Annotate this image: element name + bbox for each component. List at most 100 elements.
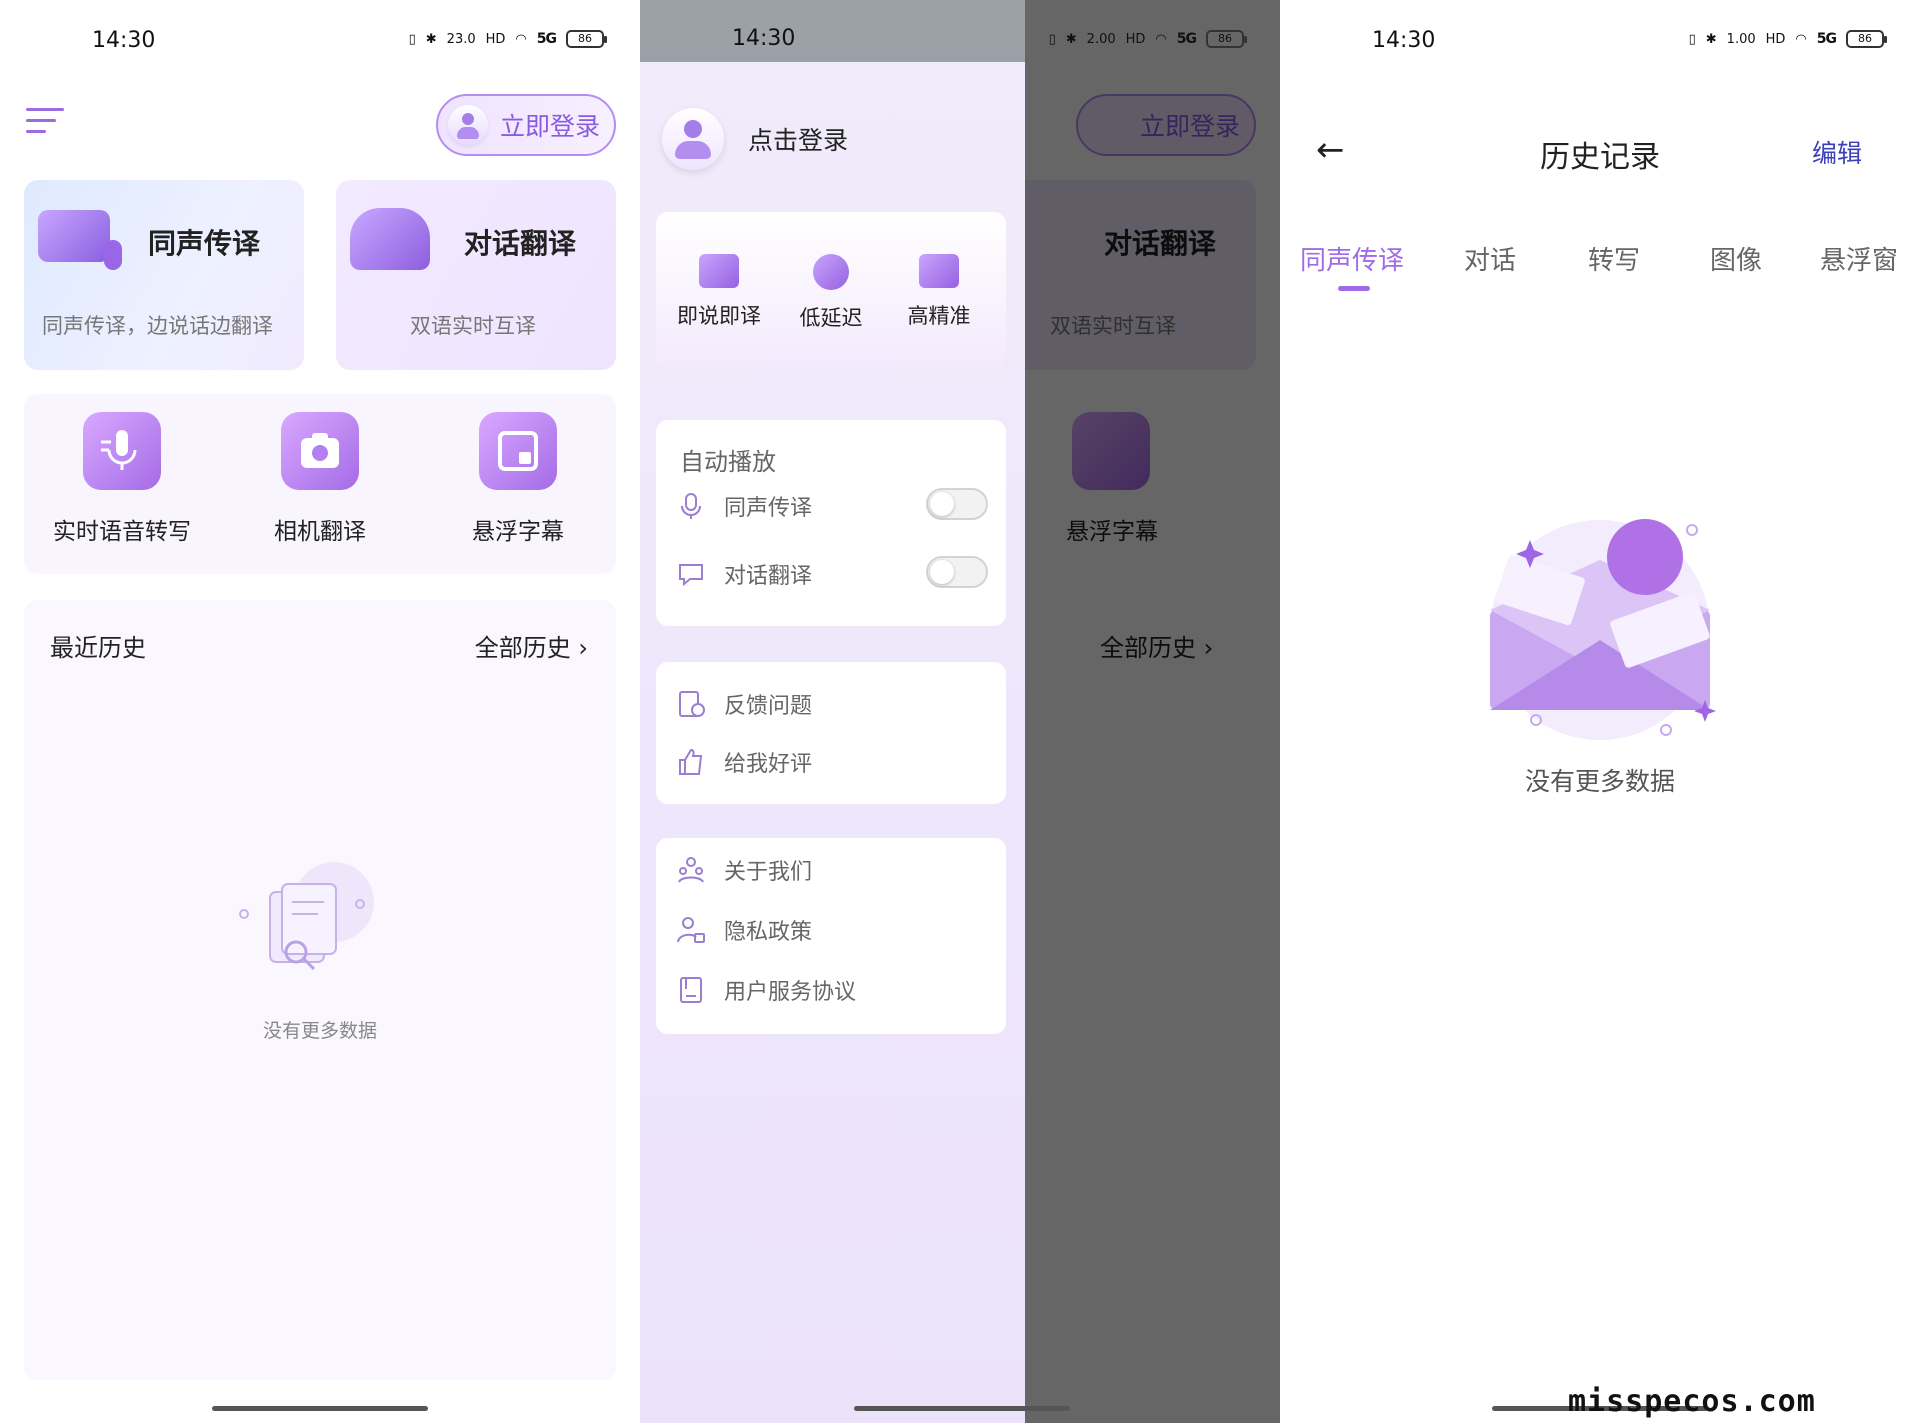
tab-simultaneous[interactable]: 同声传译 [1300, 240, 1404, 277]
avatar-icon [448, 105, 488, 145]
chat-screen-icon [699, 254, 739, 288]
menu-item-feedback[interactable]: 反馈问题 [676, 688, 812, 720]
tool-camera-translate[interactable]: 相机翻译 [240, 412, 400, 546]
battery-icon: 86 [1206, 30, 1247, 48]
status-time: 14:30 [732, 26, 796, 51]
avatar-icon [662, 108, 724, 170]
simultaneous-interpretation-card[interactable]: 同声传译 同声传译，边说话边翻译 [24, 180, 304, 370]
tools-grid: 实时语音转写 相机翻译 悬浮字幕 [24, 394, 616, 574]
bluetooth-icon: ✱ [425, 31, 437, 47]
hd-icon: HD [1125, 31, 1146, 47]
side-drawer: 14:30 点击登录 即说即译 低延迟 高精准 自动播放 同声传译 对话翻译 反… [640, 0, 1025, 1423]
battery-icon: 86 [566, 30, 607, 48]
precision-icon [919, 254, 959, 288]
feature-label: 低延迟 [799, 306, 863, 330]
feature-label: 高精准 [907, 304, 971, 328]
all-history-link[interactable]: 全部历史 › [475, 628, 588, 663]
wifi-icon: ◠ [515, 31, 527, 47]
card-title: 同声传译 [148, 227, 261, 260]
vibrate-icon: ▯ [1688, 31, 1696, 47]
floating-window-icon [479, 412, 557, 490]
drawer-status-strip [640, 0, 1025, 62]
home-indicator[interactable] [854, 1406, 1070, 1411]
drawer-screen: 立即登录 对话翻译 双语实时互译 悬浮字幕 全部历史 › 14:30 ▯ ✱ 2… [640, 0, 1280, 1423]
chat-bubble-icon [679, 564, 703, 587]
login-button[interactable]: 立即登录 [436, 94, 616, 156]
signal-icon: 5G [536, 31, 557, 47]
battery-icon: 86 [1846, 30, 1887, 48]
card-subtitle: 双语实时互译 [410, 314, 536, 338]
empty-documents-icon [239, 862, 374, 971]
signal-icon: 5G [1816, 31, 1837, 47]
row-label: 对话翻译 [724, 564, 813, 589]
thumbs-up-icon [679, 748, 703, 775]
document-icon [680, 977, 702, 1003]
tool-label: 悬浮字幕 [472, 519, 564, 545]
features-box: 即说即译 低延迟 高精准 [656, 212, 1006, 368]
row-label: 同声传译 [724, 496, 813, 521]
auto-play-dialogue: 对话翻译 [676, 558, 812, 590]
wifi-icon: ◠ [1795, 31, 1807, 47]
empty-text: 没有更多数据 [1524, 767, 1675, 796]
wifi-icon: ◠ [1155, 31, 1167, 47]
tab-image[interactable]: 图像 [1710, 240, 1762, 277]
people-icon [678, 857, 704, 883]
menu-label: 关于我们 [724, 860, 813, 885]
menu-label: 给我好评 [724, 752, 813, 777]
menu-item-terms[interactable]: 用户服务协议 [676, 974, 856, 1006]
empty-text: 没有更多数据 [262, 1020, 377, 1042]
hd-icon: HD [485, 31, 506, 47]
menu-item-privacy[interactable]: 隐私政策 [676, 914, 812, 946]
feature-label: 即说即译 [677, 304, 761, 328]
chevron-right-icon: › [578, 634, 588, 662]
tool-realtime-transcribe[interactable]: 实时语音转写 [42, 412, 202, 546]
watermark: misspecos.com [1568, 1384, 1816, 1419]
menu-item-rate[interactable]: 给我好评 [676, 746, 812, 778]
toggle-dialogue[interactable] [926, 556, 988, 588]
recent-history-title: 最近历史 [50, 634, 146, 662]
card-subtitle: 同声传译，边说话边翻译 [42, 314, 273, 338]
bluetooth-icon: ✱ [1705, 31, 1717, 47]
camera-icon [281, 412, 359, 490]
net-speed: 23.0 [446, 31, 476, 47]
status-icons: ▯ ✱ 23.0 HD ◠ 5G 86 [409, 30, 607, 48]
dialogue-translation-card[interactable]: 对话翻译 双语实时互译 [336, 180, 616, 370]
recent-history-section: 最近历史 全部历史 › 没有更多数据 [24, 600, 616, 1380]
menu-label: 隐私政策 [724, 920, 813, 945]
empty-envelope-icon [1490, 519, 1716, 740]
tab-transcribe[interactable]: 转写 [1588, 240, 1640, 277]
menu-icon[interactable] [26, 108, 64, 138]
auto-play-section: 自动播放 同声传译 对话翻译 [656, 420, 1006, 626]
scrim-overlay[interactable] [1025, 0, 1280, 1423]
menu-item-about[interactable]: 关于我们 [676, 854, 812, 886]
login-label: 点击登录 [748, 126, 849, 155]
feature-high-precision: 高精准 [884, 254, 994, 330]
status-time: 14:30 [1372, 27, 1436, 53]
support-section: 反馈问题 给我好评 [656, 662, 1006, 804]
signal-icon: 5G [1176, 31, 1197, 47]
toggle-simultaneous[interactable] [926, 488, 988, 520]
vibrate-icon: ▯ [1048, 31, 1056, 47]
drawer-user-login[interactable]: 点击登录 [662, 108, 848, 170]
tab-dialogue[interactable]: 对话 [1464, 240, 1516, 277]
tool-label: 实时语音转写 [53, 519, 191, 545]
auto-play-title: 自动播放 [680, 448, 776, 476]
status-icons: ▯ ✱ 2.00 HD ◠ 5G 86 [1048, 30, 1247, 48]
tool-floating-subtitles[interactable]: 悬浮字幕 [438, 412, 598, 546]
status-bar: 14:30 ▯ ✱ 1.00 HD ◠ 5G 86 [1280, 0, 1920, 80]
edit-button[interactable]: 编辑 [1812, 134, 1862, 170]
active-tab-indicator [1338, 286, 1370, 291]
tab-floating-window[interactable]: 悬浮窗 [1820, 240, 1898, 277]
net-speed: 2.00 [1086, 31, 1116, 47]
user-lock-icon [677, 917, 705, 943]
speaker-wave-icon [350, 208, 430, 270]
history-screen: 14:30 ▯ ✱ 1.00 HD ◠ 5G 86 ← 历史记录 编辑 同声传译… [1280, 0, 1920, 1423]
card-title: 对话翻译 [464, 227, 577, 260]
auto-play-simultaneous: 同声传译 [676, 490, 812, 522]
about-section: 关于我们 隐私政策 用户服务协议 [656, 838, 1006, 1034]
status-time: 14:30 [92, 27, 156, 53]
home-screen: 14:30 ▯ ✱ 23.0 HD ◠ 5G 86 立即登录 同声传译 同声传译… [0, 0, 640, 1423]
feedback-icon [679, 691, 705, 717]
status-icons: ▯ ✱ 1.00 HD ◠ 5G 86 [1688, 30, 1887, 48]
home-indicator[interactable] [212, 1406, 428, 1411]
